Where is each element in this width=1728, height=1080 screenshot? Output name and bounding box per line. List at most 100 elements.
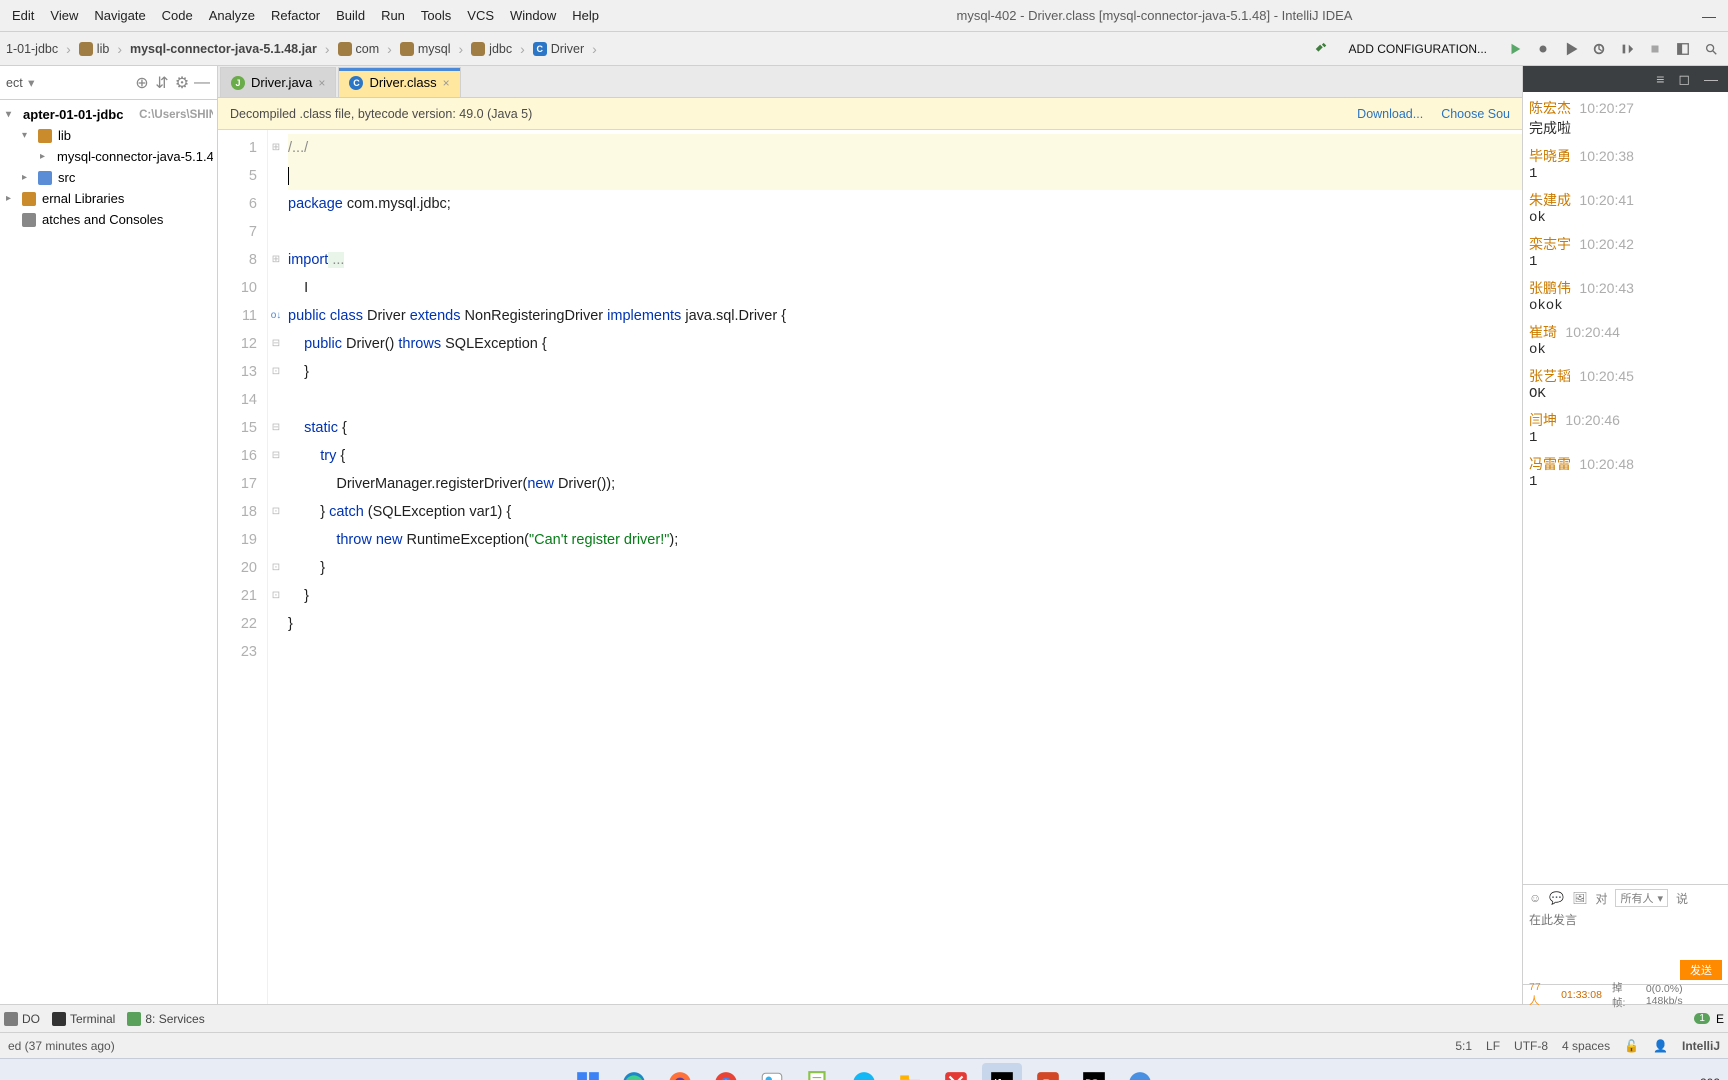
tab-driver-java[interactable]: J Driver.java × (220, 67, 336, 97)
menu-build[interactable]: Build (328, 8, 373, 23)
crumb-class[interactable]: CDriver (527, 42, 590, 56)
menu-view[interactable]: View (42, 8, 86, 23)
powerpoint-icon[interactable]: P (1028, 1063, 1068, 1080)
tree-jar[interactable]: ▸ mysql-connector-java-5.1.48.jar (4, 146, 213, 167)
debug-icon[interactable] (1532, 38, 1554, 60)
project-view-selector[interactable]: ect ▾ (6, 75, 131, 90)
xmind-icon[interactable] (936, 1063, 976, 1080)
taskbar-clock[interactable]: 202 (1700, 1076, 1720, 1080)
event-log-toolwindow[interactable]: E (1716, 1012, 1724, 1026)
crumb-module[interactable]: 1-01-jdbc (0, 42, 64, 56)
stop-icon[interactable] (1644, 38, 1666, 60)
fold-toggle-icon[interactable]: ⊡ (268, 358, 284, 386)
paint-icon[interactable] (752, 1063, 792, 1080)
emoji-icon[interactable]: ☺ (1529, 891, 1541, 905)
run-icon[interactable] (1504, 38, 1526, 60)
fold-toggle-icon[interactable]: ⊟ (268, 330, 284, 358)
chat-bubble-icon[interactable]: 💬 (1549, 891, 1564, 905)
file-encoding[interactable]: UTF-8 (1514, 1039, 1548, 1053)
crumb-lib[interactable]: lib (73, 42, 116, 56)
event-badge[interactable]: 1 (1694, 1013, 1710, 1024)
inspections-icon[interactable]: 👤 (1653, 1039, 1668, 1053)
list-view-icon[interactable]: ≡ (1656, 71, 1664, 87)
fold-gutter[interactable]: ⊞ ⊞ o↓ ⊟ ⊡ ⊟ ⊟ ⊡ ⊡ ⊡ (268, 130, 284, 1004)
tree-lib[interactable]: ▾ lib (4, 125, 213, 146)
coverage-icon[interactable] (1560, 38, 1582, 60)
menu-navigate[interactable]: Navigate (86, 8, 153, 23)
popout-icon[interactable]: ◻ (1678, 71, 1690, 88)
menu-code[interactable]: Code (154, 8, 201, 23)
chrome-icon[interactable] (706, 1063, 746, 1080)
tree-root[interactable]: ▾ apter-01-01-jdbc C:\Users\SHINIAN\ (4, 104, 213, 125)
menu-run[interactable]: Run (373, 8, 413, 23)
menu-help[interactable]: Help (564, 8, 607, 23)
close-tab-icon[interactable]: × (443, 76, 450, 90)
tree-src[interactable]: ▸ src (4, 167, 213, 188)
explorer-icon[interactable] (890, 1063, 930, 1080)
tree-scratches[interactable]: atches and Consoles (4, 209, 213, 230)
tree-external-libs[interactable]: ▸ ernal Libraries (4, 188, 213, 209)
todo-toolwindow[interactable]: DO (4, 1012, 40, 1026)
crumb-mysql[interactable]: mysql (394, 42, 457, 56)
crumb-com[interactable]: com (332, 42, 386, 56)
fold-toggle-icon[interactable]: ⊡ (268, 554, 284, 582)
build-icon[interactable] (1310, 38, 1332, 60)
menu-bar: Edit View Navigate Code Analyze Refactor… (0, 0, 1728, 32)
locate-icon[interactable]: ⊕ (133, 74, 151, 92)
todo-icon (4, 1012, 18, 1026)
fold-toggle-icon[interactable]: ⊞ (268, 134, 284, 162)
crumb-jdbc[interactable]: jdbc (465, 42, 518, 56)
menu-tools[interactable]: Tools (413, 8, 459, 23)
close-tab-icon[interactable]: × (318, 76, 325, 90)
attach-icon[interactable] (1616, 38, 1638, 60)
indent-settings[interactable]: 4 spaces (1562, 1039, 1610, 1053)
wechat-work-icon[interactable] (1120, 1063, 1160, 1080)
edge-icon[interactable] (614, 1063, 654, 1080)
chat-text-input[interactable] (1529, 907, 1722, 955)
collapse-all-icon[interactable]: ⇵ (153, 74, 171, 92)
choose-sources-link[interactable]: Choose Sou (1441, 107, 1510, 121)
fold-toggle-icon[interactable]: ⊡ (268, 582, 284, 610)
add-configuration-button[interactable]: ADD CONFIGURATION... (1338, 37, 1498, 61)
recipient-select[interactable]: 所有人▾ (1615, 889, 1668, 907)
breadcrumb: 1-01-jdbc› lib› mysql-connector-java-5.1… (0, 41, 599, 57)
line-number-gutter[interactable]: 1 5 6 7 8 10 11 12 13 14 15 16 17 18 19 … (218, 130, 268, 1004)
menu-window[interactable]: Window (502, 8, 564, 23)
menu-analyze[interactable]: Analyze (201, 8, 263, 23)
menu-vcs[interactable]: VCS (459, 8, 502, 23)
fold-toggle-icon[interactable]: ⊡ (268, 498, 284, 526)
qq-icon[interactable] (844, 1063, 884, 1080)
window-minimize-icon[interactable]: — (1702, 8, 1716, 24)
caret-position[interactable]: 5:1 (1455, 1039, 1472, 1053)
firefox-icon[interactable] (660, 1063, 700, 1080)
services-toolwindow[interactable]: 8: Services (127, 1012, 204, 1026)
notepad-icon[interactable] (798, 1063, 838, 1080)
image-icon[interactable]: 🖼 (1572, 891, 1587, 905)
menu-edit[interactable]: Edit (4, 8, 42, 23)
intellij-icon[interactable]: IJ (982, 1063, 1022, 1080)
code-area[interactable]: 1 5 6 7 8 10 11 12 13 14 15 16 17 18 19 … (218, 130, 1522, 1004)
minimize-chat-icon[interactable]: — (1704, 71, 1718, 87)
menu-refactor[interactable]: Refactor (263, 8, 328, 23)
chat-message-list[interactable]: 陈宏杰 10:20:27完成啦 毕晓勇 10:20:381 朱建成 10:20:… (1523, 92, 1728, 884)
tab-driver-class[interactable]: C Driver.class × (338, 67, 460, 97)
send-button[interactable]: 发送 (1680, 960, 1722, 980)
layout-icon[interactable] (1672, 38, 1694, 60)
datagrip-icon[interactable]: DG (1074, 1063, 1114, 1080)
search-everywhere-icon[interactable] (1700, 38, 1722, 60)
override-icon[interactable]: o↓ (268, 302, 284, 330)
code-text[interactable]: /.../ package com.mysql.jdbc; import ...… (284, 130, 1522, 1004)
fold-toggle-icon[interactable]: ⊞ (268, 246, 284, 274)
profiler-icon[interactable] (1588, 38, 1610, 60)
readonly-icon[interactable]: 🔓 (1624, 1039, 1639, 1053)
fold-toggle-icon[interactable]: ⊟ (268, 442, 284, 470)
download-sources-link[interactable]: Download... (1357, 107, 1423, 121)
line-separator[interactable]: LF (1486, 1039, 1500, 1053)
settings-icon[interactable]: ⚙ (173, 74, 191, 92)
crumb-jar[interactable]: mysql-connector-java-5.1.48.jar (124, 42, 323, 56)
decompiled-banner: Decompiled .class file, bytecode version… (218, 98, 1522, 130)
fold-toggle-icon[interactable]: ⊟ (268, 414, 284, 442)
hide-icon[interactable]: — (193, 74, 211, 92)
start-button[interactable] (568, 1063, 608, 1080)
terminal-toolwindow[interactable]: Terminal (52, 1012, 115, 1026)
